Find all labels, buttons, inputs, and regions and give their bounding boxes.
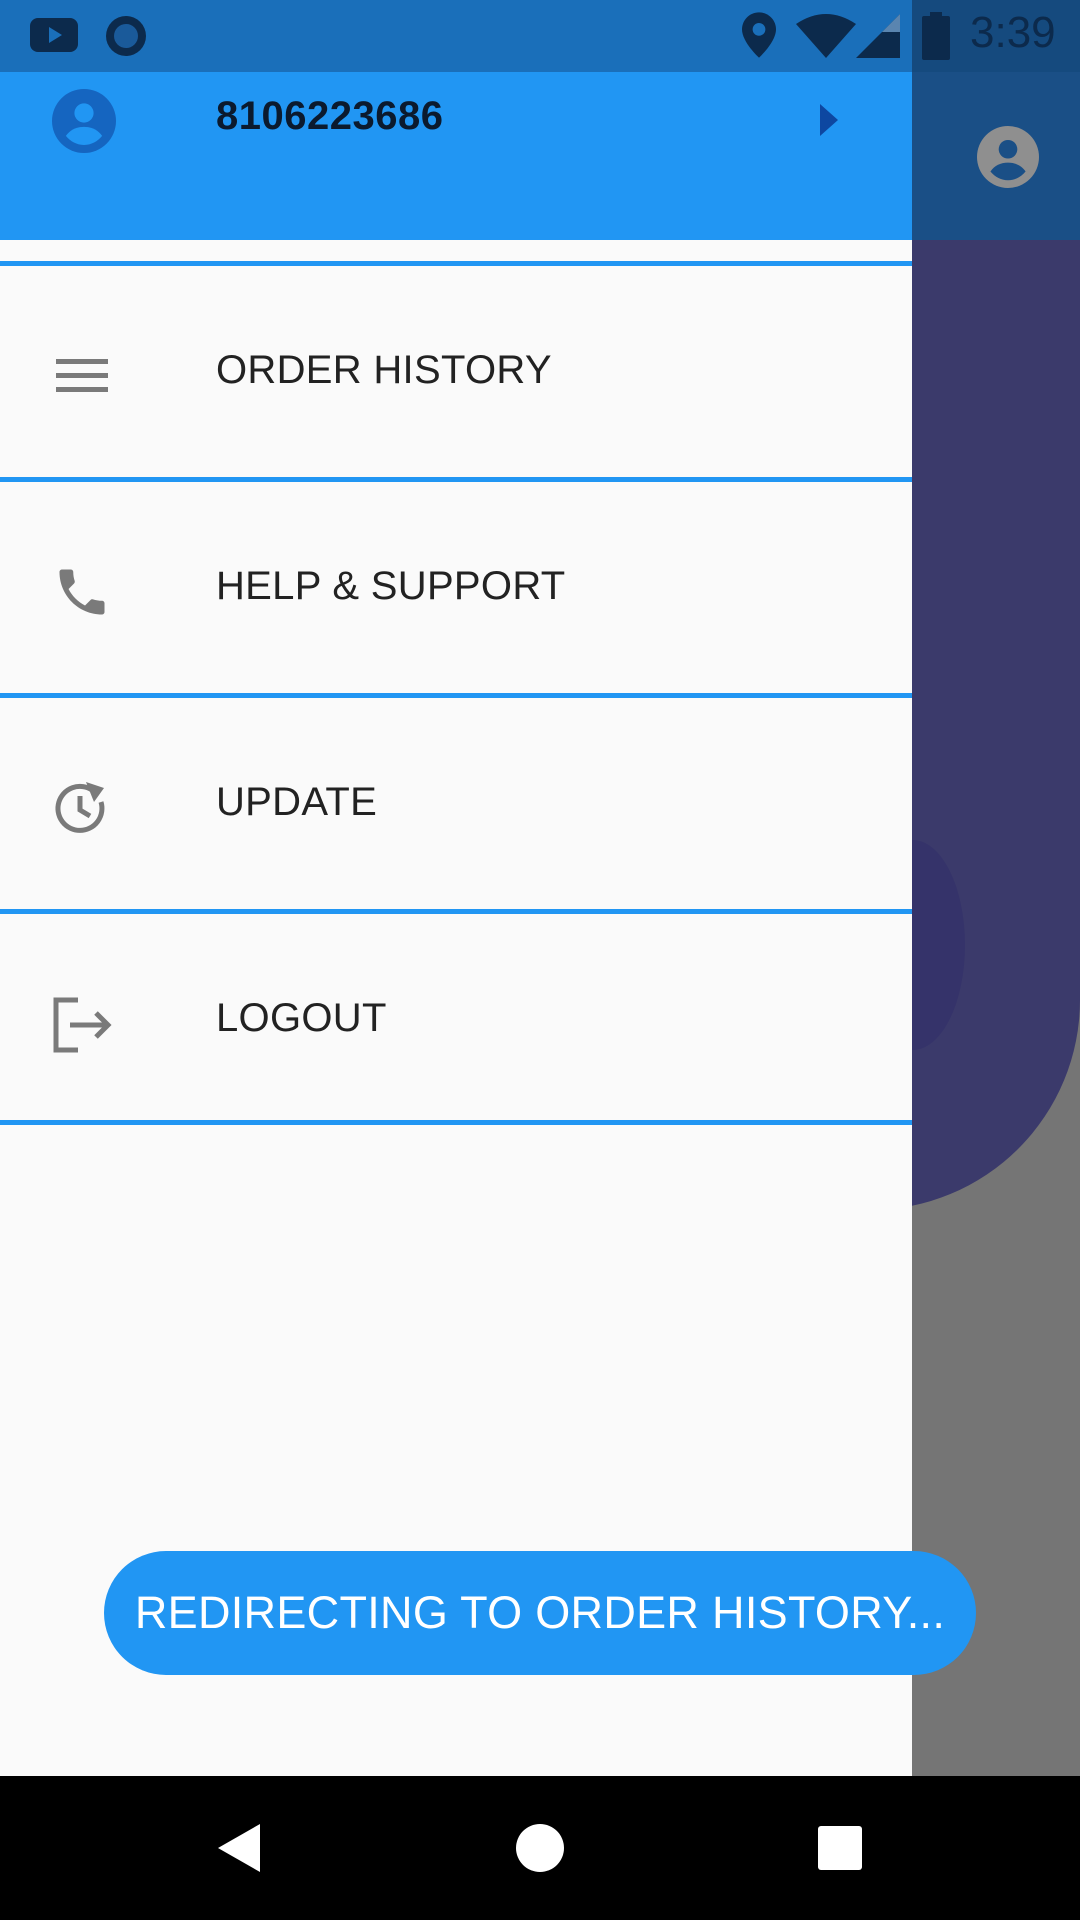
update-icon xyxy=(55,782,105,833)
location-icon xyxy=(742,12,776,58)
menu-item-label: HELP & SUPPORT xyxy=(216,564,566,608)
account-circle-icon xyxy=(977,126,1039,188)
youtube-icon xyxy=(30,18,78,52)
menu-item-update[interactable]: UPDATE xyxy=(0,693,912,901)
system-navigation-bar xyxy=(0,1776,1080,1920)
menu-item-label: UPDATE xyxy=(216,780,378,824)
menu-lines-icon xyxy=(56,359,108,392)
navigation-drawer: 8106223686 ORDER HISTORY HELP & SUPPORT … xyxy=(0,72,912,1776)
back-icon[interactable] xyxy=(210,1818,270,1878)
user-phone-number: 8106223686 xyxy=(216,94,444,138)
toast-message: REDIRECTING TO ORDER HISTORY... xyxy=(104,1551,976,1675)
status-bar: 3:39 xyxy=(0,0,1080,72)
recents-icon[interactable] xyxy=(810,1818,870,1878)
drawer-header[interactable]: 8106223686 xyxy=(0,72,912,240)
battery-icon xyxy=(922,12,950,60)
menu-item-logout[interactable]: LOGOUT xyxy=(0,909,912,1125)
wifi-icon xyxy=(796,14,856,58)
home-icon[interactable] xyxy=(510,1818,570,1878)
toast-text: REDIRECTING TO ORDER HISTORY... xyxy=(134,1587,946,1638)
phone-icon xyxy=(59,569,105,615)
signal-icon xyxy=(856,14,900,58)
menu-item-order-history[interactable]: ORDER HISTORY xyxy=(0,261,912,469)
status-time: 3:39 xyxy=(970,8,1056,57)
logout-icon xyxy=(53,997,112,1053)
circle-notification-icon xyxy=(106,16,146,56)
menu-item-label: LOGOUT xyxy=(216,996,387,1040)
account-circle-icon xyxy=(52,89,116,153)
menu-item-label: ORDER HISTORY xyxy=(216,348,552,392)
arrow-right-icon[interactable] xyxy=(818,102,840,138)
menu-item-help-support[interactable]: HELP & SUPPORT xyxy=(0,477,912,685)
